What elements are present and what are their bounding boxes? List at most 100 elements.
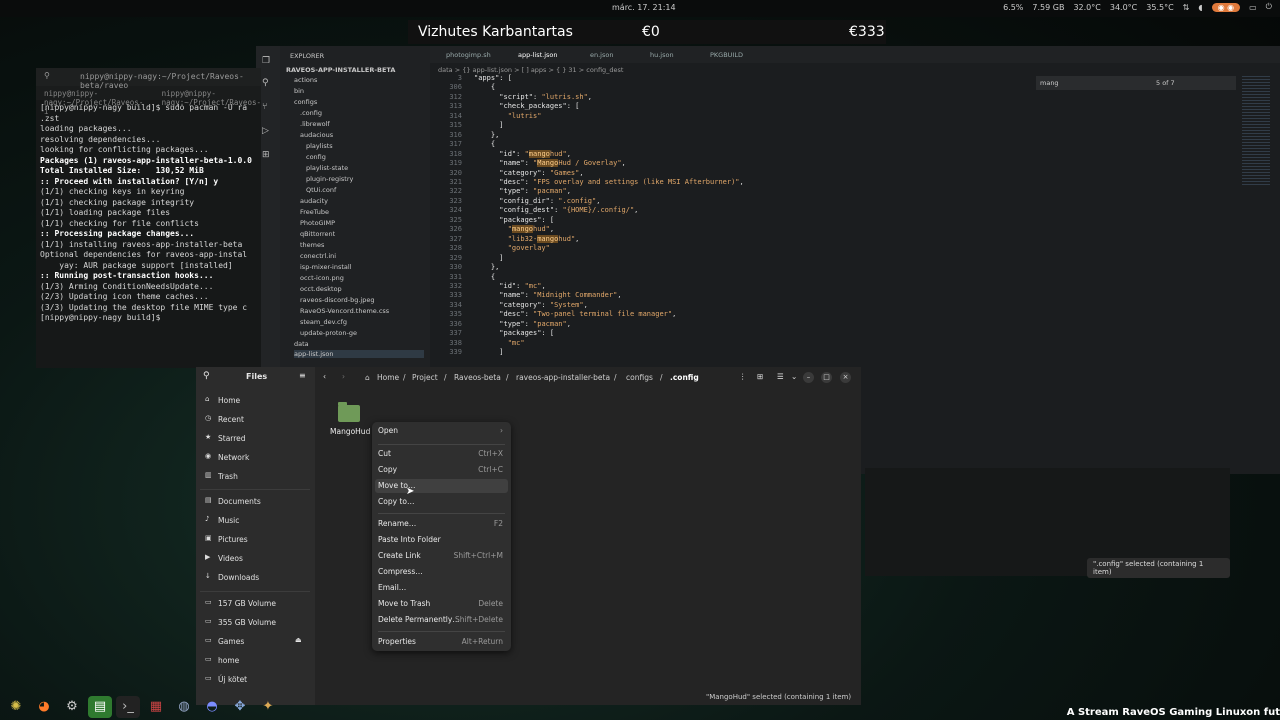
steam-icon[interactable]: ◍: [172, 696, 196, 718]
tree-item[interactable]: themes: [300, 241, 324, 249]
minimap[interactable]: [1242, 76, 1270, 186]
search-icon[interactable]: ⚲: [262, 78, 274, 88]
recording-indicator[interactable]: ◉ ◉: [1211, 2, 1241, 12]
tree-item[interactable]: .librewolf: [300, 120, 330, 128]
app-icon[interactable]: ✥: [228, 696, 252, 718]
chevron-down-icon[interactable]: ⌄: [791, 372, 797, 381]
volume-icon[interactable]: ◖: [1198, 3, 1202, 12]
tree-item[interactable]: occt.desktop: [300, 285, 342, 293]
network-icon[interactable]: ⇅: [1183, 3, 1190, 12]
tab[interactable]: hu.json: [650, 51, 674, 59]
sidebar-item-pictures[interactable]: Pictures: [218, 535, 248, 544]
menu-item-compress[interactable]: Compress…: [378, 565, 505, 579]
tree-item[interactable]: QtUi.conf: [306, 186, 336, 194]
tree-item[interactable]: actions: [294, 76, 317, 84]
explorer-icon[interactable]: ❐: [262, 56, 274, 66]
clock[interactable]: márc. 17. 21:14: [612, 3, 676, 12]
menu-item-cut[interactable]: Cut Ctrl+X: [378, 447, 505, 461]
sidebar-item-volume[interactable]: 355 GB Volume: [218, 618, 276, 627]
tree-item[interactable]: PhotoGIMP: [300, 219, 335, 227]
search-icon[interactable]: ⚲: [203, 371, 210, 381]
run-icon[interactable]: ▷: [262, 126, 274, 136]
hardware-icon[interactable]: ▦: [144, 696, 168, 718]
files-app-icon[interactable]: ▤: [88, 695, 112, 718]
tree-item[interactable]: update-proton-ge: [300, 329, 357, 337]
menu-item-properties[interactable]: Properties Alt+Return: [378, 635, 505, 649]
forward-icon[interactable]: ›: [342, 372, 345, 381]
app-icon[interactable]: ✦: [256, 696, 280, 718]
menu-item-open[interactable]: Open ›: [378, 424, 505, 438]
menu-item-delete-permanently[interactable]: Delete Permanently… Shift+Delete: [378, 613, 505, 627]
tree-item[interactable]: FreeTube: [300, 208, 329, 216]
tree-item[interactable]: raveos-discord-bg.jpeg: [300, 296, 374, 304]
tab[interactable]: en.json: [590, 51, 613, 59]
tab[interactable]: PKGBUILD: [710, 51, 743, 59]
breadcrumb-project[interactable]: Project: [412, 373, 438, 382]
breadcrumb-installer[interactable]: raveos-app-installer-beta: [516, 373, 610, 382]
tree-item[interactable]: audacity: [300, 197, 328, 205]
tree-item[interactable]: configs: [294, 98, 317, 106]
sidebar-item-videos[interactable]: Videos: [218, 554, 243, 563]
menu-item-move-to-trash[interactable]: Move to Trash Delete: [378, 597, 505, 611]
more-icon[interactable]: ⋮: [739, 372, 747, 381]
sidebar-item-recent[interactable]: Recent: [218, 415, 244, 424]
breadcrumb-current[interactable]: .config: [670, 373, 699, 382]
sidebar-item-volume[interactable]: Új kötet: [218, 675, 247, 684]
tree-item[interactable]: RaveOS-Vencord.theme.css: [300, 307, 389, 315]
find-input[interactable]: mang: [1040, 79, 1059, 87]
tree-item[interactable]: bin: [294, 87, 304, 95]
menu-item-move-to[interactable]: Move to…: [375, 479, 508, 493]
tree-item[interactable]: playlists: [306, 142, 333, 150]
tree-item[interactable]: plugin-registry: [306, 175, 353, 183]
folder-item[interactable]: MangoHud: [329, 398, 370, 436]
eject-icon[interactable]: ⏏: [295, 636, 302, 644]
tree-item[interactable]: .config: [300, 109, 322, 117]
tree-item[interactable]: occt-icon.png: [300, 274, 344, 282]
sidebar-item-home-drive[interactable]: home: [218, 656, 239, 665]
menu-item-copy[interactable]: Copy Ctrl+C: [378, 463, 505, 477]
launcher-icon[interactable]: ✺: [4, 696, 28, 718]
breadcrumb-configs[interactable]: configs: [626, 373, 653, 382]
menu-item-create-link[interactable]: Create Link Shift+Ctrl+M: [378, 549, 505, 563]
menu-item-email[interactable]: Email…: [378, 581, 505, 595]
sidebar-item-downloads[interactable]: Downloads: [218, 573, 259, 582]
tree-item[interactable]: conectrl.ini: [300, 252, 336, 260]
sidebar-item-home[interactable]: Home: [218, 396, 240, 405]
terminal-tab[interactable]: nippy@nippy-nagy:~/Project/Raveos-: [162, 89, 261, 107]
sidebar-item-starred[interactable]: Starred: [218, 434, 246, 443]
sidebar-item-trash[interactable]: Trash: [218, 472, 238, 481]
tree-item-selected[interactable]: app-list.json: [294, 350, 424, 358]
extensions-icon[interactable]: ⊞: [262, 150, 274, 160]
tree-item[interactable]: audacious: [300, 131, 333, 139]
sidebar-item-games[interactable]: Games: [218, 637, 244, 646]
project-root[interactable]: RAVEOS-APP-INSTALLER-BETA: [286, 66, 395, 74]
source-control-icon[interactable]: ⑂: [262, 102, 274, 112]
terminal-tab[interactable]: nippy@nippy-nagy:~/Project/Raveos-i: [44, 89, 144, 116]
firefox-icon[interactable]: ◕: [32, 696, 56, 718]
search-icon[interactable]: ⚲: [44, 71, 50, 80]
menu-item-copy-to[interactable]: Copy to…: [378, 495, 505, 509]
maximize-button[interactable]: □: [821, 372, 832, 383]
sidebar-item-network[interactable]: Network: [218, 453, 249, 462]
new-folder-icon[interactable]: ⊞: [757, 372, 763, 381]
breadcrumb-home[interactable]: Home: [377, 373, 399, 382]
tab-active[interactable]: app-list.json: [518, 51, 557, 59]
menu-icon[interactable]: ≡: [299, 371, 306, 380]
menu-item-rename[interactable]: Rename… F2: [378, 517, 505, 531]
tree-item[interactable]: data: [294, 340, 309, 348]
close-button[interactable]: ×: [840, 372, 851, 383]
power-icon[interactable]: ⏻: [1266, 2, 1272, 12]
menu-item-paste-into-folder[interactable]: Paste Into Folder: [378, 533, 505, 547]
source-code[interactable]: "apps": [ { "script": "lutris.sh", "chec…: [474, 74, 744, 358]
settings-icon[interactable]: ⚙: [60, 696, 84, 718]
tree-item[interactable]: playlist-state: [306, 164, 348, 172]
battery-icon[interactable]: ▭: [1249, 3, 1257, 12]
tree-item[interactable]: qBittorrent: [300, 230, 335, 238]
back-icon[interactable]: ‹: [323, 372, 326, 381]
minimize-button[interactable]: –: [803, 372, 814, 383]
sidebar-item-documents[interactable]: Documents: [218, 497, 261, 506]
terminal-icon[interactable]: ›_: [116, 695, 140, 718]
tab[interactable]: photogimp.sh: [446, 51, 491, 59]
sidebar-item-volume[interactable]: 157 GB Volume: [218, 599, 276, 608]
tree-item[interactable]: config: [306, 153, 326, 161]
